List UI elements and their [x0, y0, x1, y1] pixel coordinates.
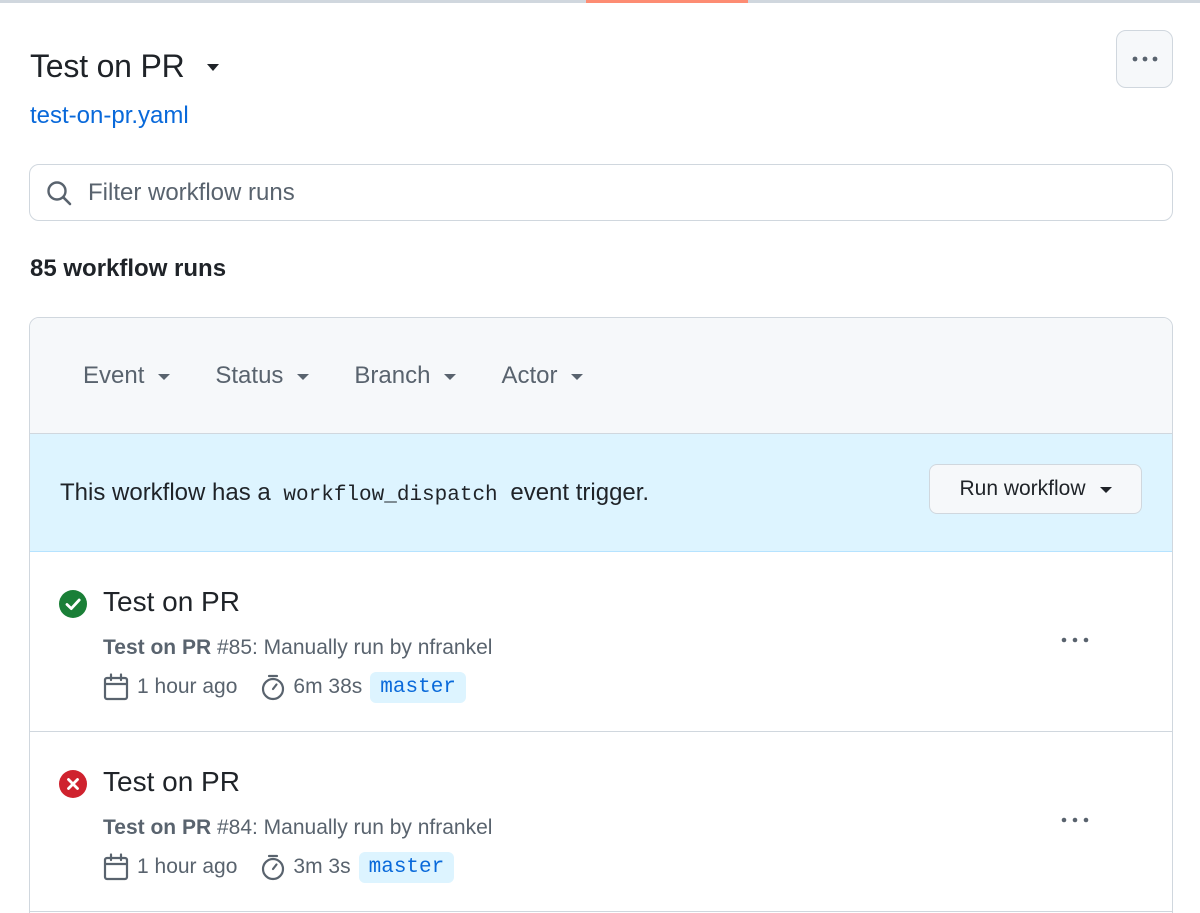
run-meta: 1 hour ago 6m 38s master [103, 670, 466, 704]
dispatch-text-before: This workflow has a [60, 478, 271, 506]
workflow-title-menu[interactable]: Test on PR [30, 44, 219, 88]
run-duration: 3m 3s [293, 855, 351, 878]
more-options-button[interactable] [1116, 30, 1173, 88]
kebab-horizontal-icon [1061, 637, 1089, 643]
calendar-icon [103, 853, 129, 881]
run-detail: #84: Manually run by nfrankel [216, 816, 493, 839]
caret-down-icon [206, 63, 219, 71]
dispatch-text-after: event trigger. [510, 478, 650, 506]
caret-down-icon [1099, 487, 1112, 493]
run-workflow-label: Run workflow [959, 477, 1086, 500]
run-workflow-name: Test on PR [103, 636, 212, 659]
run-title-link[interactable]: Test on PR [103, 586, 240, 618]
workflow-run-count: 85 workflow runs [30, 255, 227, 282]
filter-search-box[interactable] [29, 164, 1173, 221]
caret-down-icon [297, 373, 310, 380]
run-more-options-button[interactable] [1058, 630, 1092, 650]
workflow-file-link[interactable]: test-on-pr.yaml [30, 102, 189, 130]
search-input[interactable] [88, 178, 1088, 207]
event-filter[interactable]: Event [83, 361, 171, 390]
branch-filter-label: Branch [354, 361, 431, 389]
caret-down-icon [444, 373, 457, 380]
event-filter-label: Event [83, 361, 145, 389]
branch-label[interactable]: master [370, 671, 466, 703]
run-meta: 1 hour ago 3m 3s master [103, 850, 455, 884]
branch-filter[interactable]: Branch [354, 361, 457, 390]
caret-down-icon [158, 373, 171, 380]
workflow-run-row[interactable]: Test on PR Test on PR #85: Manually run … [30, 552, 1172, 732]
search-icon [47, 180, 72, 205]
stopwatch-icon [262, 854, 285, 881]
stopwatch-icon [262, 674, 285, 701]
caret-down-icon [571, 373, 584, 380]
run-time-ago: 1 hour ago [137, 675, 238, 698]
selected-tab-underline [586, 0, 748, 3]
actor-filter[interactable]: Actor [501, 361, 584, 390]
workflow-run-row[interactable]: Test on PR Test on PR #84: Manually run … [30, 732, 1172, 912]
top-border [0, 0, 1200, 3]
run-description: Test on PR #84: Manually run by nfrankel [103, 816, 492, 840]
status-filter[interactable]: Status [215, 361, 310, 390]
page-title: Test on PR [30, 47, 185, 84]
kebab-horizontal-icon [1132, 56, 1157, 62]
kebab-horizontal-icon [1061, 817, 1089, 823]
dispatch-event-code: workflow_dispatch [283, 483, 498, 507]
calendar-icon [103, 673, 129, 701]
branch-label[interactable]: master [358, 851, 455, 883]
run-workflow-name: Test on PR [103, 816, 212, 839]
run-detail: #85: Manually run by nfrankel [216, 636, 493, 659]
x-circle-failure-icon [59, 770, 87, 798]
dispatch-banner-text: This workflow has a workflow_dispatch ev… [60, 479, 649, 507]
dispatch-banner: This workflow has a workflow_dispatch ev… [30, 434, 1172, 552]
status-filter-label: Status [215, 361, 284, 389]
check-circle-success-icon [59, 590, 87, 618]
run-more-options-button[interactable] [1058, 810, 1092, 830]
run-title-link[interactable]: Test on PR [103, 766, 240, 798]
run-time-ago: 1 hour ago [137, 855, 238, 878]
run-duration: 6m 38s [293, 675, 363, 698]
filter-bar: Event Status Branch Actor [30, 318, 1172, 434]
run-workflow-button[interactable]: Run workflow [929, 464, 1142, 514]
run-description: Test on PR #85: Manually run by nfrankel [103, 636, 492, 660]
actor-filter-label: Actor [501, 361, 558, 389]
workflow-runs-panel: Event Status Branch Actor This workflow … [29, 317, 1173, 913]
